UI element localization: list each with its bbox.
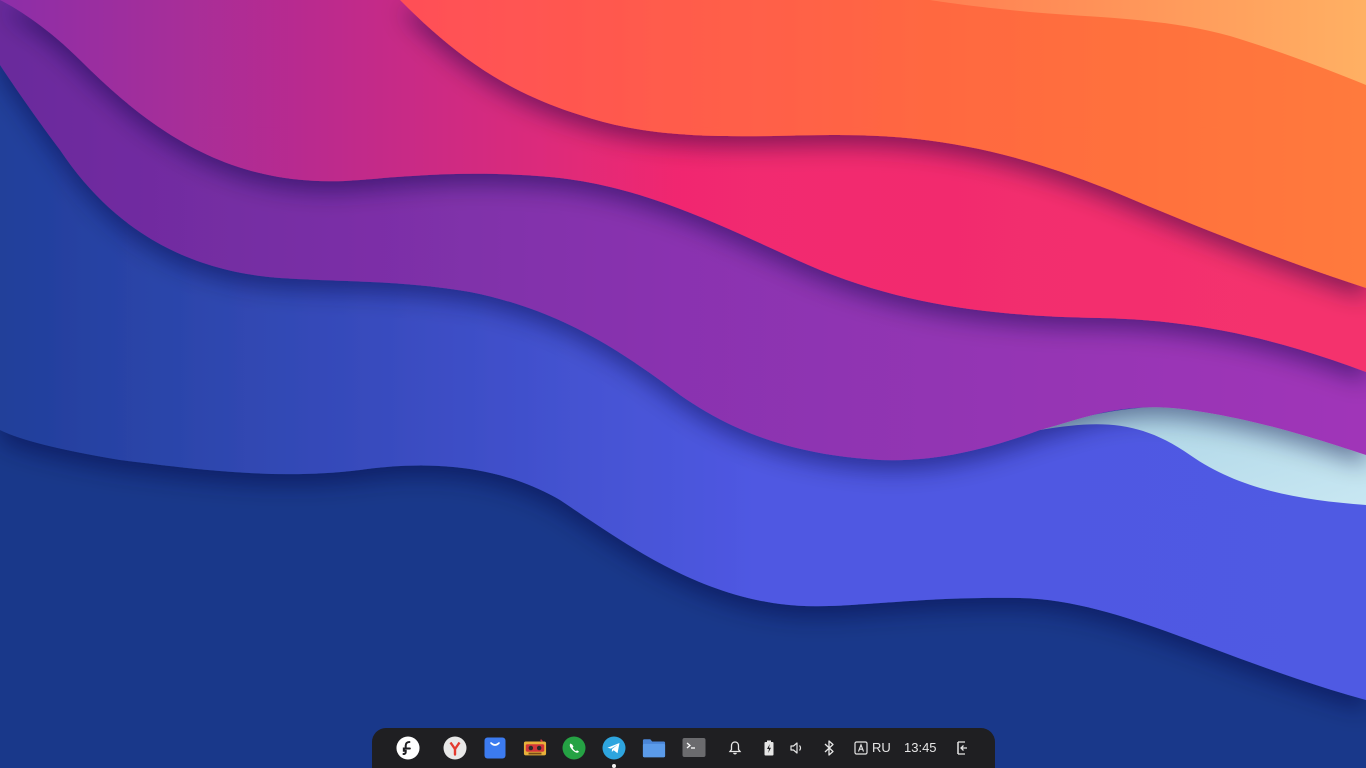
battery-charging-icon: [764, 740, 774, 756]
yandex-browser-icon: [443, 736, 467, 760]
folder-icon: [642, 739, 666, 758]
terminal-icon: [682, 738, 706, 757]
media-app-button[interactable]: [523, 736, 547, 760]
bell-icon: [728, 741, 742, 755]
telegram-button[interactable]: [602, 736, 626, 760]
bluetooth-icon: [824, 740, 834, 756]
logout-button[interactable]: [952, 738, 972, 758]
keyboard-layout-button[interactable]: [851, 738, 871, 758]
software-store-button[interactable]: [483, 736, 507, 760]
terminal-button[interactable]: [682, 736, 706, 760]
logout-icon: [957, 741, 967, 755]
yandex-browser-button[interactable]: [443, 736, 467, 760]
battery-indicator[interactable]: [759, 738, 779, 758]
cassette-icon: [523, 739, 547, 756]
bluetooth-control[interactable]: [819, 738, 839, 758]
keyboard-layout-icon: [854, 741, 868, 755]
dock-panel: RU 13:45: [372, 728, 995, 768]
telegram-icon: [602, 736, 626, 760]
volume-control[interactable]: [787, 738, 807, 758]
whatsapp-button[interactable]: [562, 736, 586, 760]
speaker-icon: [790, 742, 802, 754]
shopping-bag-icon: [484, 737, 506, 759]
fedora-launcher-button[interactable]: [396, 736, 420, 760]
clock[interactable]: 13:45: [904, 739, 937, 757]
notifications-button[interactable]: [725, 738, 745, 758]
desktop-wallpaper: [0, 0, 1366, 768]
telegram-running-indicator: [612, 764, 616, 768]
fedora-icon: [396, 736, 420, 760]
whatsapp-icon: [562, 736, 586, 760]
files-button[interactable]: [642, 736, 666, 760]
keyboard-layout-label[interactable]: RU: [872, 739, 891, 757]
